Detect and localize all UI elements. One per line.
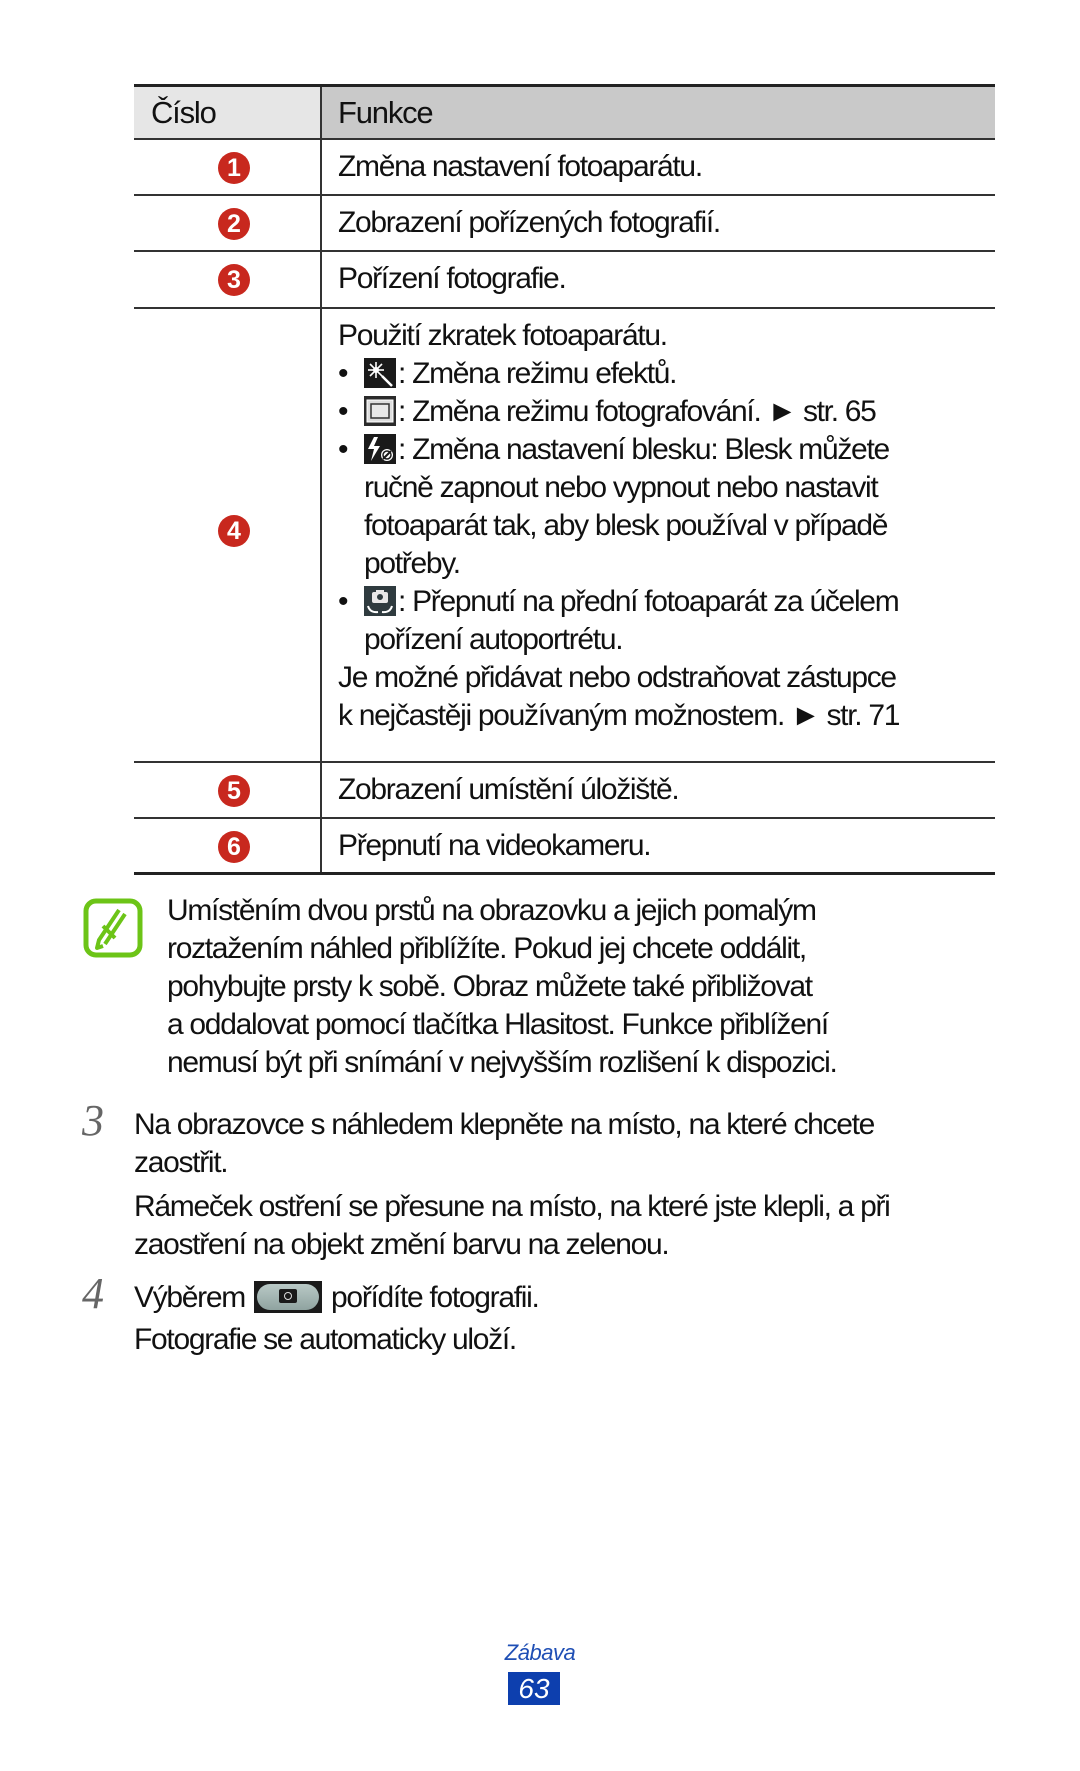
- table-row: 2 Zobrazení pořízených fotografií.: [134, 196, 995, 252]
- switch-camera-icon: [364, 586, 396, 616]
- row-text: Pořízení fotografie.: [338, 262, 567, 295]
- step-number: 4: [82, 1269, 104, 1318]
- shortcut-item: • : Změna nastavení blesku: Blesk můžete: [338, 433, 890, 466]
- table-row: 1 Změna nastavení fotoaparátu.: [134, 140, 995, 196]
- shortcut-item: • : Změna režimu fotografování. ► str. 6…: [338, 395, 877, 428]
- shooting-mode-icon: [364, 396, 396, 426]
- table-row: 3 Pořízení fotografie.: [134, 252, 995, 309]
- shutter-button-icon: [254, 1281, 322, 1313]
- row-text: Přepnutí na videokameru.: [338, 829, 652, 862]
- section-label: Zábava: [504, 1640, 576, 1665]
- table-row: 4 Použití zkratek fotoaparátu. • : Změna…: [134, 309, 995, 763]
- header-function: Funkce: [338, 95, 434, 130]
- table-row: 5 Zobrazení umístění úložiště.: [134, 763, 995, 819]
- step-number: 3: [82, 1096, 104, 1145]
- row-text: Zobrazení umístění úložiště.: [338, 773, 680, 806]
- number-badge: 6: [218, 831, 250, 863]
- note-text: Umístěním dvou prstů na obrazovku a jeji…: [167, 894, 838, 1079]
- shortcuts-outro: Je možné přidávat nebo odstraňovat zástu…: [338, 661, 897, 694]
- number-badge: 1: [218, 152, 250, 184]
- table-row: 6 Přepnutí na videokameru.: [134, 819, 995, 875]
- shortcut-item: • : Změna režimu efektů.: [338, 357, 677, 390]
- row-text: Zobrazení pořízených fotografií.: [338, 206, 721, 239]
- effects-icon: [364, 358, 396, 388]
- number-badge: 2: [218, 208, 250, 240]
- shortcuts-intro: Použití zkratek fotoaparátu.: [338, 319, 668, 352]
- note-pencil-icon: [83, 898, 143, 958]
- number-badge: 4: [218, 515, 250, 547]
- step-3-text: Na obrazovce s náhledem klepněte na míst…: [134, 1108, 891, 1261]
- table-header: Číslo Funkce: [134, 84, 995, 140]
- header-number: Číslo: [151, 95, 217, 130]
- flash-off-icon: [364, 434, 396, 464]
- shortcut-item: • : Přepnutí na přední fotoaparát za úče…: [338, 585, 900, 618]
- number-badge: 5: [218, 775, 250, 807]
- row-text: Změna nastavení fotoaparátu.: [338, 150, 703, 183]
- page-number: 63: [508, 1672, 560, 1705]
- step-4-text: Výběrem pořídíte fotografii. Fotografie …: [134, 1281, 540, 1356]
- number-badge: 3: [218, 264, 250, 296]
